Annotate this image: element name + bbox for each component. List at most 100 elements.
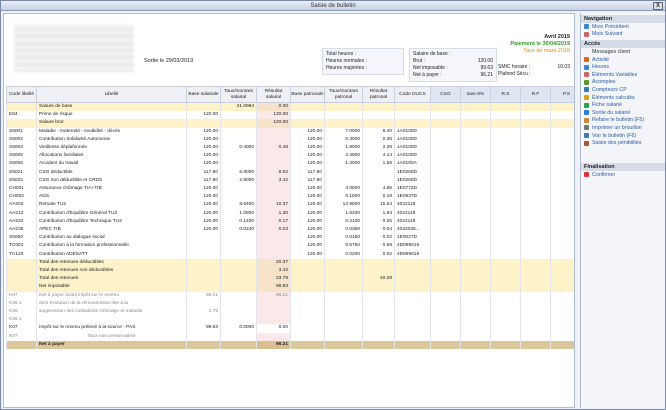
- column-header[interactable]: P.S: [550, 86, 574, 103]
- table-row[interactable]: S5021 CSG déductible 117.90 6.8000 8.02 117.9…: [6, 168, 574, 177]
- table-cell: 96.21: [256, 340, 291, 350]
- table-row[interactable]: S5022 CSG non déductible et CRDS 117.90 2.9…: [6, 176, 574, 186]
- table-row[interactable]: TC120 Contribution ADESATT 120.00 0.0200 0.0…: [6, 250, 574, 259]
- table-row[interactable]: S5003 Vieillesse déplafonnée 120.00 0.4000 0…: [6, 144, 574, 153]
- column-header[interactable]: R.F: [520, 86, 551, 103]
- sidebar-item[interactable]: Refaire le bulletin (F5): [581, 117, 665, 125]
- table-cell: 0.69: [362, 242, 395, 251]
- table-row[interactable]: S5005 Allocations familiales 120.00 120.00 3…: [6, 152, 574, 161]
- sidebar-item[interactable]: Sortie du salarié: [581, 109, 665, 117]
- table-cell: [362, 258, 395, 268]
- table-cell: 0.0160: [324, 234, 363, 243]
- column-header[interactable]: Code DUCS: [394, 86, 431, 103]
- table-cell: [362, 119, 395, 128]
- table-row[interactable]: Total des retenues non déductibles 3.42: [6, 267, 574, 276]
- table-row[interactable]: Salaire brut 120.00: [6, 119, 574, 128]
- table-cell: 120.00: [290, 152, 325, 161]
- column-header[interactable]: CSG: [430, 86, 461, 103]
- sidebar-item-label: Imprimer un brouillon: [592, 124, 642, 131]
- table-row[interactable]: CH002 AGS 120.00 120.00 0.1500 0.18 1E0937D: [6, 193, 574, 202]
- table-row[interactable]: AA222 Contribution d'Equilibre Technique …: [6, 217, 574, 227]
- column-header[interactable]: Taux/montant patronal: [324, 86, 363, 103]
- table-row[interactable]: K39 suppression des cotisations chômage e…: [6, 308, 574, 317]
- sidebar-item[interactable]: Imprimer un brouillon: [581, 124, 665, 132]
- table-cell: [430, 152, 461, 161]
- sidebar-item-label: Refaire le bulletin (F5): [592, 117, 645, 124]
- table-row[interactable]: S5002 Contribution Solidarité Autonomie 12…: [6, 135, 574, 145]
- table-row[interactable]: K07 Impôt sur le revenu prélevé à la sour…: [6, 324, 574, 333]
- sidebar-item[interactable]: Confirmer: [581, 171, 665, 179]
- sidebar-item[interactable]: Saisie des pénibilités: [581, 139, 665, 147]
- table-cell: [394, 316, 431, 325]
- table-cell: [490, 127, 521, 136]
- table-cell: [430, 250, 461, 259]
- sidebar-item[interactable]: Fiche salarié: [581, 101, 665, 109]
- column-header[interactable]: taxe 8%: [460, 86, 491, 103]
- column-header[interactable]: Base salariale: [186, 86, 221, 103]
- sidebar-item[interactable]: Activité: [581, 56, 665, 64]
- table-row[interactable]: S5006 Accident du travail 120.00 120.00 1.30…: [6, 160, 574, 169]
- table-cell: [520, 193, 551, 202]
- column-header[interactable]: Libellé: [36, 86, 187, 103]
- table-cell: [430, 111, 461, 120]
- table-row[interactable]: S5001 Maladie - maternité - invalidité - …: [6, 127, 574, 136]
- table-cell: [550, 258, 574, 268]
- table-cell: [520, 111, 551, 120]
- table-cell: 117.90: [186, 176, 221, 186]
- table-cell: [186, 250, 221, 259]
- sidebar-item[interactable]: Éléments Variables: [581, 71, 665, 79]
- table-cell: [490, 340, 521, 350]
- table-cell: [362, 332, 395, 341]
- table-row[interactable]: Salaire de base 21.0984 0.00: [6, 102, 574, 112]
- sidebar-item[interactable]: Messages client: [581, 48, 665, 56]
- sidebar-item[interactable]: Mois Suivant: [581, 31, 665, 39]
- table-row[interactable]: AA212 Contribution d'Equilibre Général TU…: [6, 209, 574, 218]
- column-header[interactable]: Code libellé: [6, 86, 37, 103]
- column-header[interactable]: Taux/montant salarial: [220, 86, 257, 103]
- table-row[interactable]: K39.1 dont évolution de la rémunération l…: [6, 299, 574, 309]
- table-cell: [520, 144, 551, 153]
- table-cell: [490, 119, 521, 128]
- table-cell: [520, 308, 551, 317]
- column-header[interactable]: Résultat salarial: [256, 86, 291, 103]
- table-cell: 1.9000: [324, 144, 363, 153]
- table-cell: CH002: [6, 193, 37, 202]
- table-row[interactable]: Net à payer 96.21: [6, 340, 574, 350]
- table-cell: [520, 340, 551, 350]
- table-cell: [186, 316, 221, 325]
- column-header[interactable]: Base patronale: [290, 86, 325, 103]
- table-cell: [186, 119, 221, 128]
- table-row[interactable]: E04 Prime de risque 120.00 120.00: [6, 111, 574, 120]
- table-cell: K07: [6, 332, 37, 341]
- table-row[interactable]: TC001 Contribution à la formation profess…: [6, 242, 574, 251]
- table-row[interactable]: AA202 Retraite TU2 120.00 8.6400 10.37 120.00…: [6, 201, 574, 210]
- sidebar-item[interactable]: Compteurs CP: [581, 86, 665, 94]
- table-row[interactable]: CH001 Assurance chômage TrA+TrB 120.00 120.…: [6, 185, 574, 194]
- sidebar-item[interactable]: Éléments calculés: [581, 94, 665, 102]
- close-button[interactable]: X: [653, 2, 663, 10]
- column-header[interactable]: Résultat patronal: [362, 86, 395, 103]
- table-row[interactable]: Total des retenues déductibles 20.37: [6, 258, 574, 268]
- table-cell: [490, 242, 521, 251]
- table-row[interactable]: S5050 Contribution au dialogue social 120.…: [6, 234, 574, 243]
- table-row[interactable]: Total des retenues 23.79 40.28: [6, 275, 574, 284]
- table-row[interactable]: AA235 APEC TrB 120.00 0.0240 0.03 120.00 0.036…: [6, 226, 574, 235]
- sidebar-item-icon: [584, 133, 589, 139]
- sidebar-item[interactable]: Mois Précédent: [581, 23, 665, 31]
- table-row[interactable]: K07 Net à payer avant impôt sur le revenu…: [6, 291, 574, 300]
- table-cell: [394, 267, 431, 276]
- table-cell: [290, 340, 325, 350]
- column-header[interactable]: R.S: [490, 86, 521, 103]
- sidebar-item[interactable]: Heures: [581, 63, 665, 71]
- table-cell: [220, 275, 257, 284]
- table-row[interactable]: K07 Taux non personnalisé: [6, 332, 574, 341]
- table-cell: [362, 267, 395, 276]
- table-cell: 1E0772D: [394, 185, 431, 194]
- sidebar-item[interactable]: Voir le bulletin (F6): [581, 132, 665, 140]
- table-row[interactable]: K39.1: [6, 316, 574, 325]
- table-row[interactable]: Net imposable 99.63: [6, 283, 574, 292]
- sidebar-item-icon: [584, 72, 589, 78]
- table-cell: Net à payer: [36, 340, 187, 350]
- table-cell: [394, 102, 431, 112]
- sidebar-item[interactable]: Acomptes: [581, 79, 665, 87]
